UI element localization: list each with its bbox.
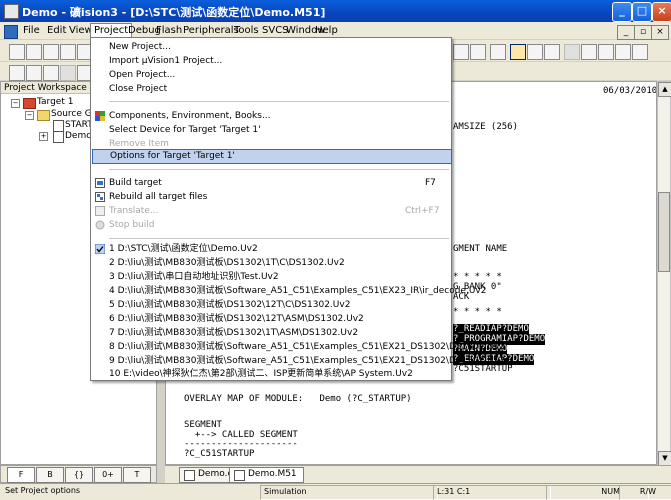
target-icon xyxy=(23,98,36,109)
files-tab[interactable]: F xyxy=(7,467,35,483)
hand-icon[interactable] xyxy=(564,44,580,60)
tree-target[interactable]: Target 1 xyxy=(37,97,73,108)
mdi-minimize-button[interactable]: _ xyxy=(617,25,635,40)
menu-item-build-target[interactable]: Build target F7 xyxy=(92,177,450,190)
build-icon xyxy=(95,178,105,188)
save-icon[interactable] xyxy=(43,44,59,60)
editor-line: * * * * * xyxy=(453,307,502,317)
menu-item-select-device[interactable]: Select Device for Target 'Target 1' xyxy=(92,124,450,137)
open-file-icon[interactable] xyxy=(26,44,42,60)
app-icon[interactable] xyxy=(4,4,19,19)
window-title: Demo - 礦ision3 - [D:\STC\测试\函数定位\Demo.M5… xyxy=(22,6,326,19)
listing-date: 06/03/2010 xyxy=(603,86,657,96)
workspace-toggle-icon[interactable] xyxy=(490,44,506,60)
source-browser-icon[interactable] xyxy=(527,44,543,60)
stop-icon xyxy=(95,220,105,230)
project-menu: New Project... Import µVision1 Project..… xyxy=(90,37,505,381)
menu-item-translate[interactable]: Translate... Ctrl+F7 xyxy=(92,205,450,218)
build-icon[interactable] xyxy=(26,65,42,81)
rebuild-icon xyxy=(95,192,105,202)
stop-build-icon[interactable] xyxy=(60,65,76,81)
minimize-button[interactable]: _ xyxy=(612,2,632,22)
maximize-button[interactable]: □ xyxy=(632,2,652,22)
editor-line: OVERLAY MAP OF MODULE: Demo (?C_STARTUP) xyxy=(184,394,412,404)
editor-line: ?C_C51STARTUP xyxy=(184,449,255,459)
menu-file[interactable]: File xyxy=(20,24,43,38)
menu-item-new-project[interactable]: New Project... xyxy=(92,41,450,54)
collapse-target-icon[interactable]: − xyxy=(11,99,20,108)
recent-project-2[interactable]: 2 D:\liu\测试\MB830测试板\DS1302\1T\C\DS1302.… xyxy=(92,257,450,270)
rebuild-icon[interactable] xyxy=(43,65,59,81)
close-button[interactable]: × xyxy=(652,2,671,22)
functions-tab[interactable]: {} xyxy=(65,467,93,483)
scroll-thumb[interactable] xyxy=(658,192,670,272)
mdi-restore-button[interactable]: ▫ xyxy=(634,25,652,40)
components-icon xyxy=(95,111,105,121)
menu-separator xyxy=(109,101,449,102)
tab-label: Demo.c xyxy=(198,469,233,479)
menu-item-close-project[interactable]: Close Project xyxy=(92,83,450,96)
menu-item-import-project[interactable]: Import µVision1 Project... xyxy=(92,55,450,68)
menu-separator xyxy=(109,238,449,239)
folder-icon xyxy=(37,110,50,121)
zoom-icon[interactable] xyxy=(544,44,560,60)
menu-help[interactable]: Help xyxy=(312,24,341,38)
editor-line: AMSIZE (256) xyxy=(453,122,519,132)
editor-line: GMENT NAME xyxy=(453,244,508,254)
status-rw: R/W xyxy=(619,485,671,500)
recent-project-8[interactable]: 8 D:\liu\测试\MB830测试板\Software_A51_C51\Ex… xyxy=(92,341,505,354)
output-window-icon[interactable] xyxy=(510,44,526,60)
workspace-tabs: F B {} 0+ T xyxy=(0,465,157,483)
collapse-group-icon[interactable]: − xyxy=(25,111,34,120)
translate-icon xyxy=(95,206,105,216)
recent-project-1[interactable]: 1 D:\STC\测试\函数定位\Demo.Uv2 xyxy=(92,243,450,256)
status-position: L:31 C:1 xyxy=(433,485,551,500)
find-icon[interactable] xyxy=(453,44,469,60)
recent-project-7[interactable]: 7 D:\liu\测试\MB830测试板\DS1302\1T\ASM\DS130… xyxy=(92,327,450,340)
templates-tab[interactable]: T xyxy=(123,467,151,483)
menu-separator xyxy=(109,169,449,170)
books-tab[interactable]: B xyxy=(36,467,64,483)
menu-tools[interactable]: Tools xyxy=(231,24,262,38)
print-icon[interactable] xyxy=(470,44,486,60)
scroll-up-icon[interactable]: ▲ xyxy=(658,82,671,97)
menu-item-options-for-target[interactable]: Options for Target 'Target 1' xyxy=(92,149,452,164)
new-file-icon[interactable] xyxy=(9,44,25,60)
menu-item-components[interactable]: Components, Environment, Books... xyxy=(92,110,450,123)
tab-label: Demo.M51 xyxy=(248,469,297,479)
status-bar: Set Project options Simulation L:31 C:1 … xyxy=(0,483,671,500)
tab-demo-m51[interactable]: Demo.M51 xyxy=(229,467,304,483)
settings-icon[interactable] xyxy=(615,44,631,60)
save-all-icon[interactable] xyxy=(60,44,76,60)
extra-icon[interactable] xyxy=(632,44,648,60)
bookmark-icon[interactable] xyxy=(581,44,597,60)
scroll-down-icon[interactable]: ▼ xyxy=(658,451,671,466)
recent-project-6[interactable]: 6 D:\liu\测试\MB830测试板\DS1302\12T\ASM\DS13… xyxy=(92,313,450,326)
tools-icon[interactable] xyxy=(598,44,614,60)
recent-project-5[interactable]: 5 D:\liu\测试\MB830测试板\DS1302\12T\C\DS1302… xyxy=(92,299,450,312)
menu-item-open-project[interactable]: Open Project... xyxy=(92,69,450,82)
status-mode: Simulation xyxy=(260,485,438,500)
listing-file-icon xyxy=(234,470,245,481)
document-icon[interactable] xyxy=(4,25,18,39)
c-file-icon xyxy=(53,131,64,143)
title-bar[interactable]: Demo - 礦ision3 - [D:\STC\测试\函数定位\Demo.M5… xyxy=(0,0,671,22)
menu-item-stop-build[interactable]: Stop build xyxy=(92,219,450,232)
expand-file-icon[interactable]: + xyxy=(39,132,48,141)
editor-tabs: Demo.c Demo.M51 xyxy=(165,465,671,483)
check-icon xyxy=(95,244,105,254)
c-file-icon xyxy=(184,470,195,481)
vertical-scrollbar[interactable]: ▲ ▼ xyxy=(657,81,671,466)
recent-project-10[interactable]: 10 E:\video\神探狄仁杰\第2部\测试二、ISP更新简单系统\AP S… xyxy=(92,368,450,381)
mdi-close-button[interactable]: × xyxy=(651,25,669,40)
recent-project-4[interactable]: 4 D:\liu\测试\MB830测试板\Software_A51_C51\Ex… xyxy=(92,285,486,298)
status-message: Set Project options xyxy=(5,486,81,495)
recent-project-3[interactable]: 3 D:\liu\测试\串口自动地址识别\Test.Uv2 xyxy=(92,271,450,284)
regs-tab[interactable]: 0+ xyxy=(94,467,122,483)
compile-icon[interactable] xyxy=(9,65,25,81)
menu-item-rebuild-all[interactable]: Rebuild all target files xyxy=(92,191,450,204)
recent-project-9[interactable]: 9 D:\liu\测试\MB830测试板\Software_A51_C51\Ex… xyxy=(92,355,505,368)
